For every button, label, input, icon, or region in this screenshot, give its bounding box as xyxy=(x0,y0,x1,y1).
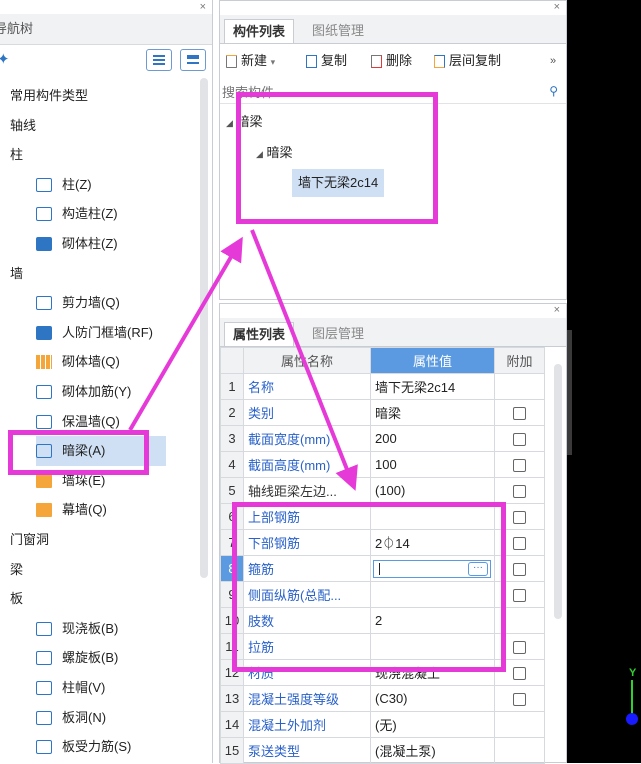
arrow-to-component xyxy=(128,236,243,432)
arrow-to-properties xyxy=(250,229,358,491)
annotation-arrows xyxy=(128,229,358,491)
